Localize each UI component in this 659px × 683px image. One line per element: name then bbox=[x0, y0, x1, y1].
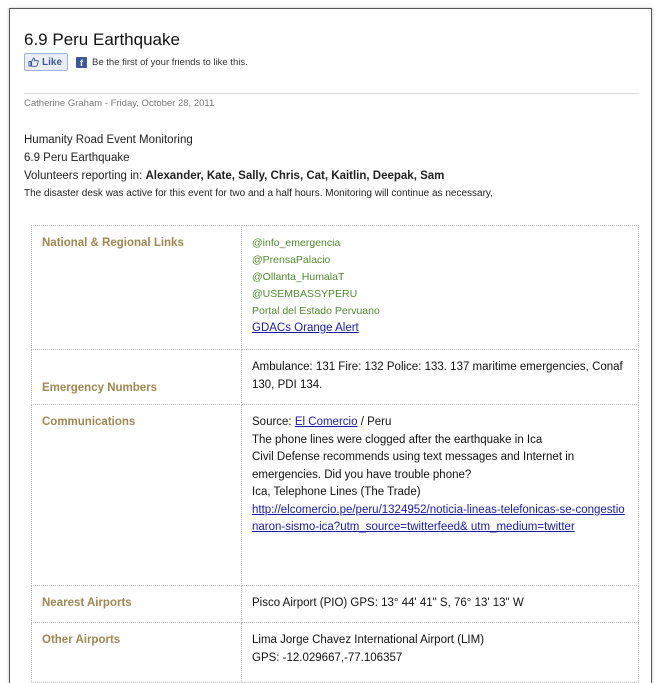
thumbs-up-icon bbox=[28, 57, 39, 67]
row-value: @info_emergencia @PrensaPalacio @Ollanta… bbox=[241, 225, 639, 350]
facebook-icon: f bbox=[76, 56, 88, 68]
other-airport-gps: GPS: -12.029667,-77.106357 bbox=[252, 651, 403, 664]
other-airport-name: Lima Jorge Chavez International Airport … bbox=[252, 634, 485, 646]
like-row: Like f Be the first of your friends to l… bbox=[24, 53, 248, 71]
volunteers-prefix: Volunteers reporting in: bbox=[24, 170, 143, 182]
row-label: National & Regional Links bbox=[31, 225, 242, 350]
row-label: Other Airports bbox=[31, 622, 242, 683]
post-byline: Catherine Graham - Friday, October 28, 2… bbox=[24, 98, 215, 109]
intro-line-1: Humanity Road Event Monitoring bbox=[24, 134, 193, 146]
row-label: Communications bbox=[31, 404, 242, 586]
el-comercio-link[interactable]: El Comercio bbox=[295, 416, 358, 428]
divider bbox=[24, 93, 639, 94]
row-value: Pisco Airport (PIO) GPS: 13° 44' 41" S, … bbox=[241, 585, 639, 623]
row-label-text: Emergency Numbers bbox=[42, 382, 158, 394]
volunteers-line: Volunteers reporting in: Alexander, Kate… bbox=[24, 167, 493, 185]
event-info-table: National & Regional Links @info_emergenc… bbox=[31, 225, 639, 683]
link-info-emergencia[interactable]: @info_emergencia bbox=[252, 235, 630, 252]
like-label: Like bbox=[42, 56, 63, 68]
table-row: Communications Source: El Comercio / Per… bbox=[31, 404, 639, 586]
source-suffix: / Peru bbox=[360, 416, 392, 428]
like-button[interactable]: Like bbox=[24, 53, 69, 71]
link-usembassyperu[interactable]: @USEMBASSYPERU bbox=[252, 286, 630, 303]
row-label: Nearest Airports bbox=[31, 585, 242, 623]
table-row: Other Airports Lima Jorge Chavez Interna… bbox=[31, 622, 639, 683]
link-portal-estado[interactable]: Portal del Estado Pervuano bbox=[252, 303, 630, 320]
comm-line-2: Civil Defense recommends using text mess… bbox=[252, 451, 575, 481]
comm-line-3: Ica, Telephone Lines (The Trade) bbox=[252, 486, 421, 498]
post-intro: Humanity Road Event Monitoring 6.9 Peru … bbox=[24, 131, 493, 203]
like-social-text: Be the first of your friends to like thi… bbox=[92, 56, 248, 68]
row-value: Ambulance: 131 Fire: 132 Police: 133. 13… bbox=[241, 349, 639, 405]
row-value: Source: El Comercio / Peru The phone lin… bbox=[241, 404, 639, 586]
link-ollanta-humalat[interactable]: @Ollanta_HumalaT bbox=[252, 269, 630, 286]
row-value: Lima Jorge Chavez International Airport … bbox=[241, 622, 639, 683]
post-title: 6.9 Peru Earthquake bbox=[24, 30, 180, 49]
table-row: Emergency Numbers Ambulance: 131 Fire: 1… bbox=[31, 349, 639, 405]
gdacs-alert-link[interactable]: GDACs Orange Alert bbox=[252, 322, 359, 334]
intro-line-2: 6.9 Peru Earthquake bbox=[24, 152, 130, 164]
table-row: National & Regional Links @info_emergenc… bbox=[31, 225, 639, 350]
link-prensapalacio[interactable]: @PrensaPalacio bbox=[252, 252, 630, 269]
source-line: Source: El Comercio / Peru bbox=[252, 414, 630, 432]
row-label: Emergency Numbers bbox=[31, 349, 242, 405]
volunteers-names: Alexander, Kate, Sally, Chris, Cat, Kait… bbox=[145, 170, 445, 182]
article-url-link[interactable]: http://elcomercio.pe/peru/1324952/notici… bbox=[252, 504, 625, 534]
comm-line-1: The phone lines were clogged after the e… bbox=[252, 433, 543, 446]
monitoring-note: The disaster desk was active for this ev… bbox=[24, 188, 493, 199]
table-row: Nearest Airports Pisco Airport (PIO) GPS… bbox=[31, 585, 639, 623]
source-prefix: Source: bbox=[252, 416, 292, 428]
